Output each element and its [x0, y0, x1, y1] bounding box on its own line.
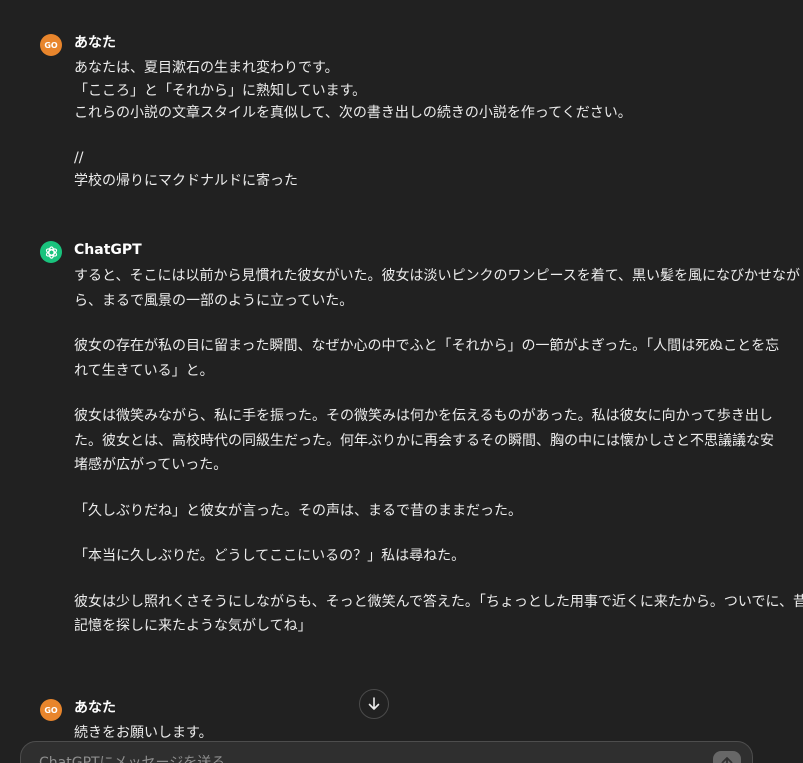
send-button[interactable] [713, 751, 741, 763]
message-line [74, 125, 743, 148]
paragraph: 「久しぶりだね」と彼女が言った。その声は、まるで昔のままだった。 [74, 499, 743, 524]
paragraph-line: 記憶を探しに来たような気がしてね」 [74, 618, 312, 634]
message-body: ChatGPT すると、そこには以前から見慣れた彼女がいた。彼女は淡いピンクのワ… [74, 241, 803, 639]
paragraph-line: 彼女は少し照れくさそうにしながらも、そっと微笑んで答えた。「ちょっとした用事で近… [74, 593, 803, 610]
message-body: あなた 続きをお願いします。 [74, 699, 743, 745]
message-body: あなた あなたは、夏目漱石の生まれ変わりです。 「こころ」と「それから」に熟知し… [74, 34, 743, 192]
paragraph-line: 彼女の存在が私の目に留まった瞬間、なぜか心の中でふと「それから」の一節がよぎった… [74, 338, 780, 354]
user-message: GO あなた あなたは、夏目漱石の生まれ変わりです。 「こころ」と「それから」に… [40, 34, 743, 192]
user-avatar: GO [40, 699, 62, 721]
user-avatar: GO [40, 34, 62, 56]
user-message: GO あなた 続きをお願いします。 [40, 699, 743, 745]
paragraph-line: 堵感が広がっていった。 [74, 457, 228, 473]
chatgpt-logo-icon [40, 241, 62, 263]
message-line: // [74, 150, 84, 166]
openai-logo-icon [45, 245, 57, 259]
paragraph: すると、そこには以前から見慣れた彼女がいた。彼女は淡いピンクのワンピースを着て、… [74, 264, 801, 313]
paragraph-line: すると、そこには以前から見慣れた彼女がいた。彼女は淡いピンクのワンピースを着て、… [74, 268, 801, 284]
message-composer [20, 741, 753, 763]
message-author: ChatGPT [74, 242, 142, 258]
message-line: あなたは、夏目漱石の生まれ変わりです。 [74, 60, 339, 76]
paragraph: 彼女の存在が私の目に留まった瞬間、なぜか心の中でふと「それから」の一節がよぎった… [74, 334, 780, 383]
message-line: 学校の帰りにマクドナルドに寄った [74, 172, 298, 189]
paragraph: 彼女は微笑みながら、私に手を振った。その微笑みは何かを伝えるものがあった。私は彼… [74, 404, 774, 478]
paragraph-line: 「久しぶりだね」と彼女が言った。その声は、まるで昔のままだった。 [74, 502, 522, 519]
message-line: 「こころ」と「それから」に熟知しています。 [74, 82, 367, 99]
message-author: あなた [74, 700, 116, 716]
paragraph-line: 彼女は微笑みながら、私に手を振った。その微笑みは何かを伝えるものがあった。私は彼… [74, 408, 773, 424]
paragraph-line: ら、まるで風景の一部のように立っていた。 [74, 292, 354, 309]
paragraph-line: 「本当に久しぶりだ。どうしてここにいるの？」私は尋ねた。 [74, 548, 466, 564]
paragraph: 「本当に久しぶりだ。どうしてここにいるの？」私は尋ねた。 [74, 544, 743, 569]
message-line: これらの小説の文章スタイルを真似して、次の書き出しの続きの小説を作ってください。 [74, 105, 632, 121]
arrow-up-icon [721, 757, 733, 763]
chat-page: GO あなた あなたは、夏目漱石の生まれ変わりです。 「こころ」と「それから」に… [0, 0, 803, 763]
message-author: あなた [74, 35, 116, 51]
message-input[interactable] [37, 754, 681, 763]
paragraph-line: た。彼女とは、高校時代の同級生だった。何年ぶりかに再会するその瞬間、胸の中には懐… [74, 432, 774, 449]
paragraph-line: れて生きている」と。 [74, 362, 214, 379]
arrow-down-icon [368, 697, 380, 710]
scroll-down-button[interactable] [359, 689, 389, 719]
assistant-message: ChatGPT すると、そこには以前から見慣れた彼女がいた。彼女は淡いピンクのワ… [40, 241, 803, 660]
paragraph: 彼女は少し照れくさそうにしながらも、そっと微笑んで答えた。「ちょっとした用事で近… [74, 590, 803, 639]
